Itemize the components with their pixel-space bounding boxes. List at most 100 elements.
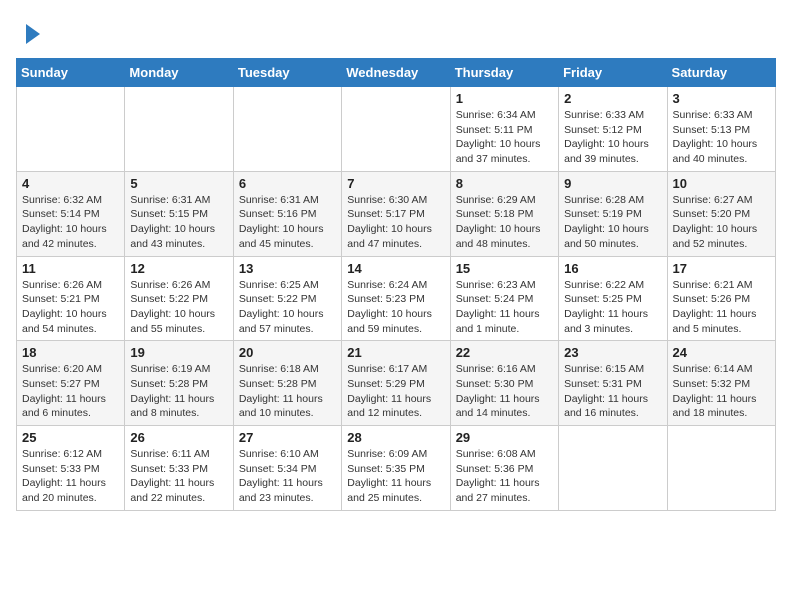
day-info: Sunrise: 6:18 AM Sunset: 5:28 PM Dayligh…: [239, 362, 336, 421]
calendar-cell: 19 Sunrise: 6:19 AM Sunset: 5:28 PM Dayli…: [125, 341, 233, 426]
calendar-cell: 5 Sunrise: 6:31 AM Sunset: 5:15 PM Daylig…: [125, 171, 233, 256]
day-number: 28: [347, 430, 444, 445]
day-info: Sunrise: 6:08 AM Sunset: 5:36 PM Dayligh…: [456, 447, 553, 506]
logo-icon: [18, 20, 46, 48]
calendar-week-5: 25 Sunrise: 6:12 AM Sunset: 5:33 PM Dayli…: [17, 426, 776, 511]
day-number: 7: [347, 176, 444, 191]
day-info: Sunrise: 6:10 AM Sunset: 5:34 PM Dayligh…: [239, 447, 336, 506]
day-info: Sunrise: 6:32 AM Sunset: 5:14 PM Dayligh…: [22, 193, 119, 252]
day-number: 16: [564, 261, 661, 276]
day-number: 6: [239, 176, 336, 191]
day-number: 24: [673, 345, 770, 360]
day-number: 4: [22, 176, 119, 191]
header-monday: Monday: [125, 59, 233, 87]
calendar-week-1: 1 Sunrise: 6:34 AM Sunset: 5:11 PM Daylig…: [17, 87, 776, 172]
day-info: Sunrise: 6:31 AM Sunset: 5:15 PM Dayligh…: [130, 193, 227, 252]
calendar-cell: 17 Sunrise: 6:21 AM Sunset: 5:26 PM Dayli…: [667, 256, 775, 341]
calendar-cell: 8Sunrise: 6:29 AM Sunset: 5:18 PM Daylig…: [450, 171, 558, 256]
calendar-table: SundayMondayTuesdayWednesdayThursdayFrid…: [16, 58, 776, 511]
day-info: Sunrise: 6:17 AM Sunset: 5:29 PM Dayligh…: [347, 362, 444, 421]
calendar-cell: 16 Sunrise: 6:22 AM Sunset: 5:25 PM Dayli…: [559, 256, 667, 341]
calendar-cell: 29 Sunrise: 6:08 AM Sunset: 5:36 PM Dayli…: [450, 426, 558, 511]
day-info: Sunrise: 6:34 AM Sunset: 5:11 PM Dayligh…: [456, 108, 553, 167]
day-number: 13: [239, 261, 336, 276]
day-number: 19: [130, 345, 227, 360]
calendar-cell: 28 Sunrise: 6:09 AM Sunset: 5:35 PM Dayli…: [342, 426, 450, 511]
calendar-cell: 6 Sunrise: 6:31 AM Sunset: 5:16 PM Daylig…: [233, 171, 341, 256]
calendar-cell: 2Sunrise: 6:33 AM Sunset: 5:12 PM Daylig…: [559, 87, 667, 172]
day-number: 29: [456, 430, 553, 445]
day-info: Sunrise: 6:22 AM Sunset: 5:25 PM Dayligh…: [564, 278, 661, 337]
calendar-cell: 26 Sunrise: 6:11 AM Sunset: 5:33 PM Dayli…: [125, 426, 233, 511]
day-number: 22: [456, 345, 553, 360]
calendar-cell: 11Sunrise: 6:26 AM Sunset: 5:21 PM Dayli…: [17, 256, 125, 341]
calendar-cell: 4 Sunrise: 6:32 AM Sunset: 5:14 PM Daylig…: [17, 171, 125, 256]
day-info: Sunrise: 6:09 AM Sunset: 5:35 PM Dayligh…: [347, 447, 444, 506]
calendar-cell: 21 Sunrise: 6:17 AM Sunset: 5:29 PM Dayli…: [342, 341, 450, 426]
day-info: Sunrise: 6:21 AM Sunset: 5:26 PM Dayligh…: [673, 278, 770, 337]
calendar-cell: 24 Sunrise: 6:14 AM Sunset: 5:32 PM Dayli…: [667, 341, 775, 426]
calendar-week-2: 4 Sunrise: 6:32 AM Sunset: 5:14 PM Daylig…: [17, 171, 776, 256]
header-wednesday: Wednesday: [342, 59, 450, 87]
calendar-cell: 9Sunrise: 6:28 AM Sunset: 5:19 PM Daylig…: [559, 171, 667, 256]
calendar-cell: [125, 87, 233, 172]
calendar-cell: 12 Sunrise: 6:26 AM Sunset: 5:22 PM Dayli…: [125, 256, 233, 341]
calendar-cell: [559, 426, 667, 511]
calendar-cell: 18 Sunrise: 6:20 AM Sunset: 5:27 PM Dayli…: [17, 341, 125, 426]
page-header: [16, 16, 776, 48]
calendar-cell: 23Sunrise: 6:15 AM Sunset: 5:31 PM Dayli…: [559, 341, 667, 426]
day-info: Sunrise: 6:30 AM Sunset: 5:17 PM Dayligh…: [347, 193, 444, 252]
day-number: 26: [130, 430, 227, 445]
calendar-cell: 3 Sunrise: 6:33 AM Sunset: 5:13 PM Daylig…: [667, 87, 775, 172]
calendar-cell: 13 Sunrise: 6:25 AM Sunset: 5:22 PM Dayli…: [233, 256, 341, 341]
day-number: 25: [22, 430, 119, 445]
day-info: Sunrise: 6:16 AM Sunset: 5:30 PM Dayligh…: [456, 362, 553, 421]
calendar-week-4: 18 Sunrise: 6:20 AM Sunset: 5:27 PM Dayli…: [17, 341, 776, 426]
day-number: 21: [347, 345, 444, 360]
calendar-cell: 15 Sunrise: 6:23 AM Sunset: 5:24 PM Dayli…: [450, 256, 558, 341]
day-info: Sunrise: 6:14 AM Sunset: 5:32 PM Dayligh…: [673, 362, 770, 421]
day-info: Sunrise: 6:26 AM Sunset: 5:21 PM Dayligh…: [22, 278, 119, 337]
day-info: Sunrise: 6:27 AM Sunset: 5:20 PM Dayligh…: [673, 193, 770, 252]
day-info: Sunrise: 6:19 AM Sunset: 5:28 PM Dayligh…: [130, 362, 227, 421]
day-info: Sunrise: 6:31 AM Sunset: 5:16 PM Dayligh…: [239, 193, 336, 252]
calendar-cell: [17, 87, 125, 172]
day-number: 17: [673, 261, 770, 276]
calendar-cell: 22 Sunrise: 6:16 AM Sunset: 5:30 PM Dayli…: [450, 341, 558, 426]
calendar-cell: 14Sunrise: 6:24 AM Sunset: 5:23 PM Dayli…: [342, 256, 450, 341]
calendar-cell: [342, 87, 450, 172]
day-number: 5: [130, 176, 227, 191]
day-number: 3: [673, 91, 770, 106]
day-info: Sunrise: 6:25 AM Sunset: 5:22 PM Dayligh…: [239, 278, 336, 337]
day-info: Sunrise: 6:23 AM Sunset: 5:24 PM Dayligh…: [456, 278, 553, 337]
day-number: 1: [456, 91, 553, 106]
day-number: 2: [564, 91, 661, 106]
logo: [16, 20, 46, 48]
calendar-cell: 7 Sunrise: 6:30 AM Sunset: 5:17 PM Daylig…: [342, 171, 450, 256]
day-info: Sunrise: 6:20 AM Sunset: 5:27 PM Dayligh…: [22, 362, 119, 421]
day-number: 20: [239, 345, 336, 360]
day-number: 9: [564, 176, 661, 191]
day-info: Sunrise: 6:12 AM Sunset: 5:33 PM Dayligh…: [22, 447, 119, 506]
calendar-cell: 25 Sunrise: 6:12 AM Sunset: 5:33 PM Dayli…: [17, 426, 125, 511]
day-info: Sunrise: 6:33 AM Sunset: 5:13 PM Dayligh…: [673, 108, 770, 167]
calendar-week-3: 11Sunrise: 6:26 AM Sunset: 5:21 PM Dayli…: [17, 256, 776, 341]
day-number: 18: [22, 345, 119, 360]
day-info: Sunrise: 6:11 AM Sunset: 5:33 PM Dayligh…: [130, 447, 227, 506]
calendar-cell: 10Sunrise: 6:27 AM Sunset: 5:20 PM Dayli…: [667, 171, 775, 256]
calendar-cell: 27 Sunrise: 6:10 AM Sunset: 5:34 PM Dayli…: [233, 426, 341, 511]
header-friday: Friday: [559, 59, 667, 87]
calendar-cell: [667, 426, 775, 511]
day-info: Sunrise: 6:29 AM Sunset: 5:18 PM Dayligh…: [456, 193, 553, 252]
day-number: 15: [456, 261, 553, 276]
day-number: 27: [239, 430, 336, 445]
calendar-header-row: SundayMondayTuesdayWednesdayThursdayFrid…: [17, 59, 776, 87]
calendar-cell: [233, 87, 341, 172]
day-number: 12: [130, 261, 227, 276]
day-info: Sunrise: 6:15 AM Sunset: 5:31 PM Dayligh…: [564, 362, 661, 421]
header-saturday: Saturday: [667, 59, 775, 87]
day-info: Sunrise: 6:24 AM Sunset: 5:23 PM Dayligh…: [347, 278, 444, 337]
header-sunday: Sunday: [17, 59, 125, 87]
header-tuesday: Tuesday: [233, 59, 341, 87]
day-info: Sunrise: 6:26 AM Sunset: 5:22 PM Dayligh…: [130, 278, 227, 337]
